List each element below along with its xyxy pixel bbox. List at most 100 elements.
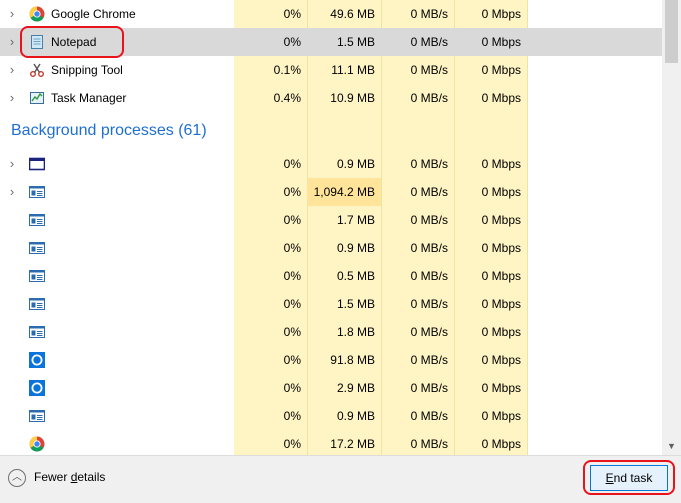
background-process-row[interactable]: 0% 0.9 MB 0 MB/s 0 Mbps bbox=[0, 234, 662, 262]
expand-chevron-icon[interactable]: › bbox=[6, 150, 18, 178]
cpu-value: 0% bbox=[283, 185, 301, 199]
network-value: 0 Mbps bbox=[481, 353, 521, 367]
network-value: 0 Mbps bbox=[481, 381, 521, 395]
background-process-row[interactable]: 0% 1.5 MB 0 MB/s 0 Mbps bbox=[0, 290, 662, 318]
app-row[interactable]: › Google Chrome 0% 49.6 MB 0 MB/s 0 Mbps bbox=[0, 0, 662, 28]
disk-value: 0 MB/s bbox=[410, 297, 448, 311]
disk-value: 0 MB/s bbox=[410, 35, 448, 49]
network-value: 0 Mbps bbox=[481, 7, 521, 21]
chevron-up-circle-icon: ︿ bbox=[8, 469, 26, 487]
process-name: Snipping Tool bbox=[51, 63, 123, 77]
disk-value: 0 MB/s bbox=[410, 91, 448, 105]
task-manager-icon bbox=[29, 90, 45, 106]
service-icon bbox=[29, 240, 45, 256]
footer-bar: ︿ Fewer details End task bbox=[0, 455, 681, 503]
background-process-row[interactable]: 0% 91.8 MB 0 MB/s 0 Mbps bbox=[0, 346, 662, 374]
disk-value: 0 MB/s bbox=[410, 241, 448, 255]
disk-value: 0 MB/s bbox=[410, 157, 448, 171]
network-value: 0 Mbps bbox=[481, 35, 521, 49]
network-value: 0 Mbps bbox=[481, 241, 521, 255]
background-process-row[interactable]: › 0% 0.9 MB 0 MB/s 0 Mbps bbox=[0, 150, 662, 178]
memory-value: 0.9 MB bbox=[336, 157, 375, 171]
cpu-value: 0% bbox=[283, 297, 301, 311]
memory-value: 11.1 MB bbox=[331, 63, 375, 77]
app-row[interactable]: › Snipping Tool 0.1% 11.1 MB 0 MB/s 0 Mbps bbox=[0, 56, 662, 84]
cpu-value: 0% bbox=[283, 409, 301, 423]
memory-value: 91.8 MB bbox=[330, 353, 375, 367]
process-table: › Google Chrome 0% 49.6 MB 0 MB/s 0 Mbps › Note… bbox=[0, 0, 662, 455]
memory-value: 49.6 MB bbox=[330, 7, 375, 21]
window-icon bbox=[28, 156, 46, 172]
cpu-value: 0% bbox=[283, 213, 301, 227]
disk-value: 0 MB/s bbox=[410, 325, 448, 339]
background-process-row[interactable]: › 0% 1,094.2 MB 0 MB/s 0 Mbps bbox=[0, 178, 662, 206]
cpu-value: 0.1% bbox=[273, 63, 301, 77]
network-value: 0 Mbps bbox=[481, 409, 521, 423]
memory-value: 1,094.2 MB bbox=[307, 178, 381, 206]
expand-chevron-icon[interactable]: › bbox=[6, 56, 18, 84]
disk-value: 0 MB/s bbox=[410, 7, 448, 21]
app-row[interactable]: › Notepad 0% 1.5 MB 0 MB/s 0 Mbps bbox=[0, 28, 662, 56]
vertical-scrollbar[interactable]: ▼ bbox=[662, 0, 681, 455]
network-value: 0 Mbps bbox=[481, 185, 521, 199]
disk-value: 0 MB/s bbox=[410, 381, 448, 395]
service-icon bbox=[29, 296, 45, 312]
fewer-details-label: Fewer details bbox=[34, 470, 106, 484]
cortana-icon bbox=[29, 380, 45, 396]
process-name: Notepad bbox=[51, 35, 97, 49]
expand-chevron-icon[interactable]: › bbox=[6, 84, 18, 112]
snipping-tool-icon bbox=[29, 62, 45, 78]
network-value: 0 Mbps bbox=[481, 213, 521, 227]
network-value: 0 Mbps bbox=[481, 325, 521, 339]
memory-value: 1.5 MB bbox=[336, 297, 375, 311]
scrollbar-thumb[interactable] bbox=[665, 0, 678, 63]
service-icon bbox=[29, 184, 45, 200]
network-value: 0 Mbps bbox=[481, 157, 521, 171]
end-task-button[interactable]: End task bbox=[590, 465, 668, 491]
memory-value: 0.9 MB bbox=[336, 409, 375, 423]
background-process-row[interactable]: 0% 1.8 MB 0 MB/s 0 Mbps bbox=[0, 318, 662, 346]
background-processes-group-header: Background processes (61) bbox=[0, 112, 662, 154]
service-icon bbox=[29, 408, 45, 424]
service-icon bbox=[29, 268, 45, 284]
expand-chevron-icon[interactable]: › bbox=[6, 178, 18, 206]
service-icon bbox=[29, 212, 45, 228]
cpu-value: 0% bbox=[283, 157, 301, 171]
network-value: 0 Mbps bbox=[481, 63, 521, 77]
background-process-row[interactable]: 0% 2.9 MB 0 MB/s 0 Mbps bbox=[0, 374, 662, 402]
disk-value: 0 MB/s bbox=[410, 437, 448, 451]
network-value: 0 Mbps bbox=[481, 437, 521, 451]
memory-value: 1.8 MB bbox=[336, 325, 375, 339]
cpu-value: 0% bbox=[283, 7, 301, 21]
background-process-row[interactable]: 0% 1.7 MB 0 MB/s 0 Mbps bbox=[0, 206, 662, 234]
disk-value: 0 MB/s bbox=[410, 269, 448, 283]
memory-value: 2.9 MB bbox=[336, 381, 375, 395]
disk-value: 0 MB/s bbox=[410, 409, 448, 423]
scroll-down-arrow-icon[interactable]: ▼ bbox=[662, 438, 681, 455]
disk-value: 0 MB/s bbox=[410, 353, 448, 367]
cpu-value: 0.4% bbox=[273, 91, 301, 105]
app-row[interactable]: › Task Manager 0.4% 10.9 MB 0 MB/s 0 Mbps bbox=[0, 84, 662, 112]
memory-value: 10.9 MB bbox=[330, 91, 375, 105]
memory-value: 0.5 MB bbox=[336, 269, 375, 283]
cpu-value: 0% bbox=[283, 269, 301, 283]
disk-value: 0 MB/s bbox=[410, 63, 448, 77]
network-value: 0 Mbps bbox=[481, 269, 521, 283]
expand-chevron-icon[interactable]: › bbox=[6, 0, 18, 28]
expand-chevron-icon[interactable]: › bbox=[6, 28, 18, 56]
network-value: 0 Mbps bbox=[481, 297, 521, 311]
notepad-icon bbox=[29, 34, 45, 50]
memory-value: 0.9 MB bbox=[336, 241, 375, 255]
chrome-icon bbox=[29, 6, 45, 22]
memory-value: 17.2 MB bbox=[330, 437, 375, 451]
background-process-row[interactable]: 0% 0.5 MB 0 MB/s 0 Mbps bbox=[0, 262, 662, 290]
process-name: Google Chrome bbox=[51, 7, 136, 21]
memory-value: 1.7 MB bbox=[336, 213, 375, 227]
cpu-value: 0% bbox=[283, 437, 301, 451]
chrome-icon bbox=[29, 436, 45, 452]
cpu-value: 0% bbox=[283, 241, 301, 255]
background-process-row[interactable]: 0% 17.2 MB 0 MB/s 0 Mbps bbox=[0, 430, 662, 455]
service-icon bbox=[29, 324, 45, 340]
background-process-row[interactable]: 0% 0.9 MB 0 MB/s 0 Mbps bbox=[0, 402, 662, 430]
cpu-value: 0% bbox=[283, 325, 301, 339]
